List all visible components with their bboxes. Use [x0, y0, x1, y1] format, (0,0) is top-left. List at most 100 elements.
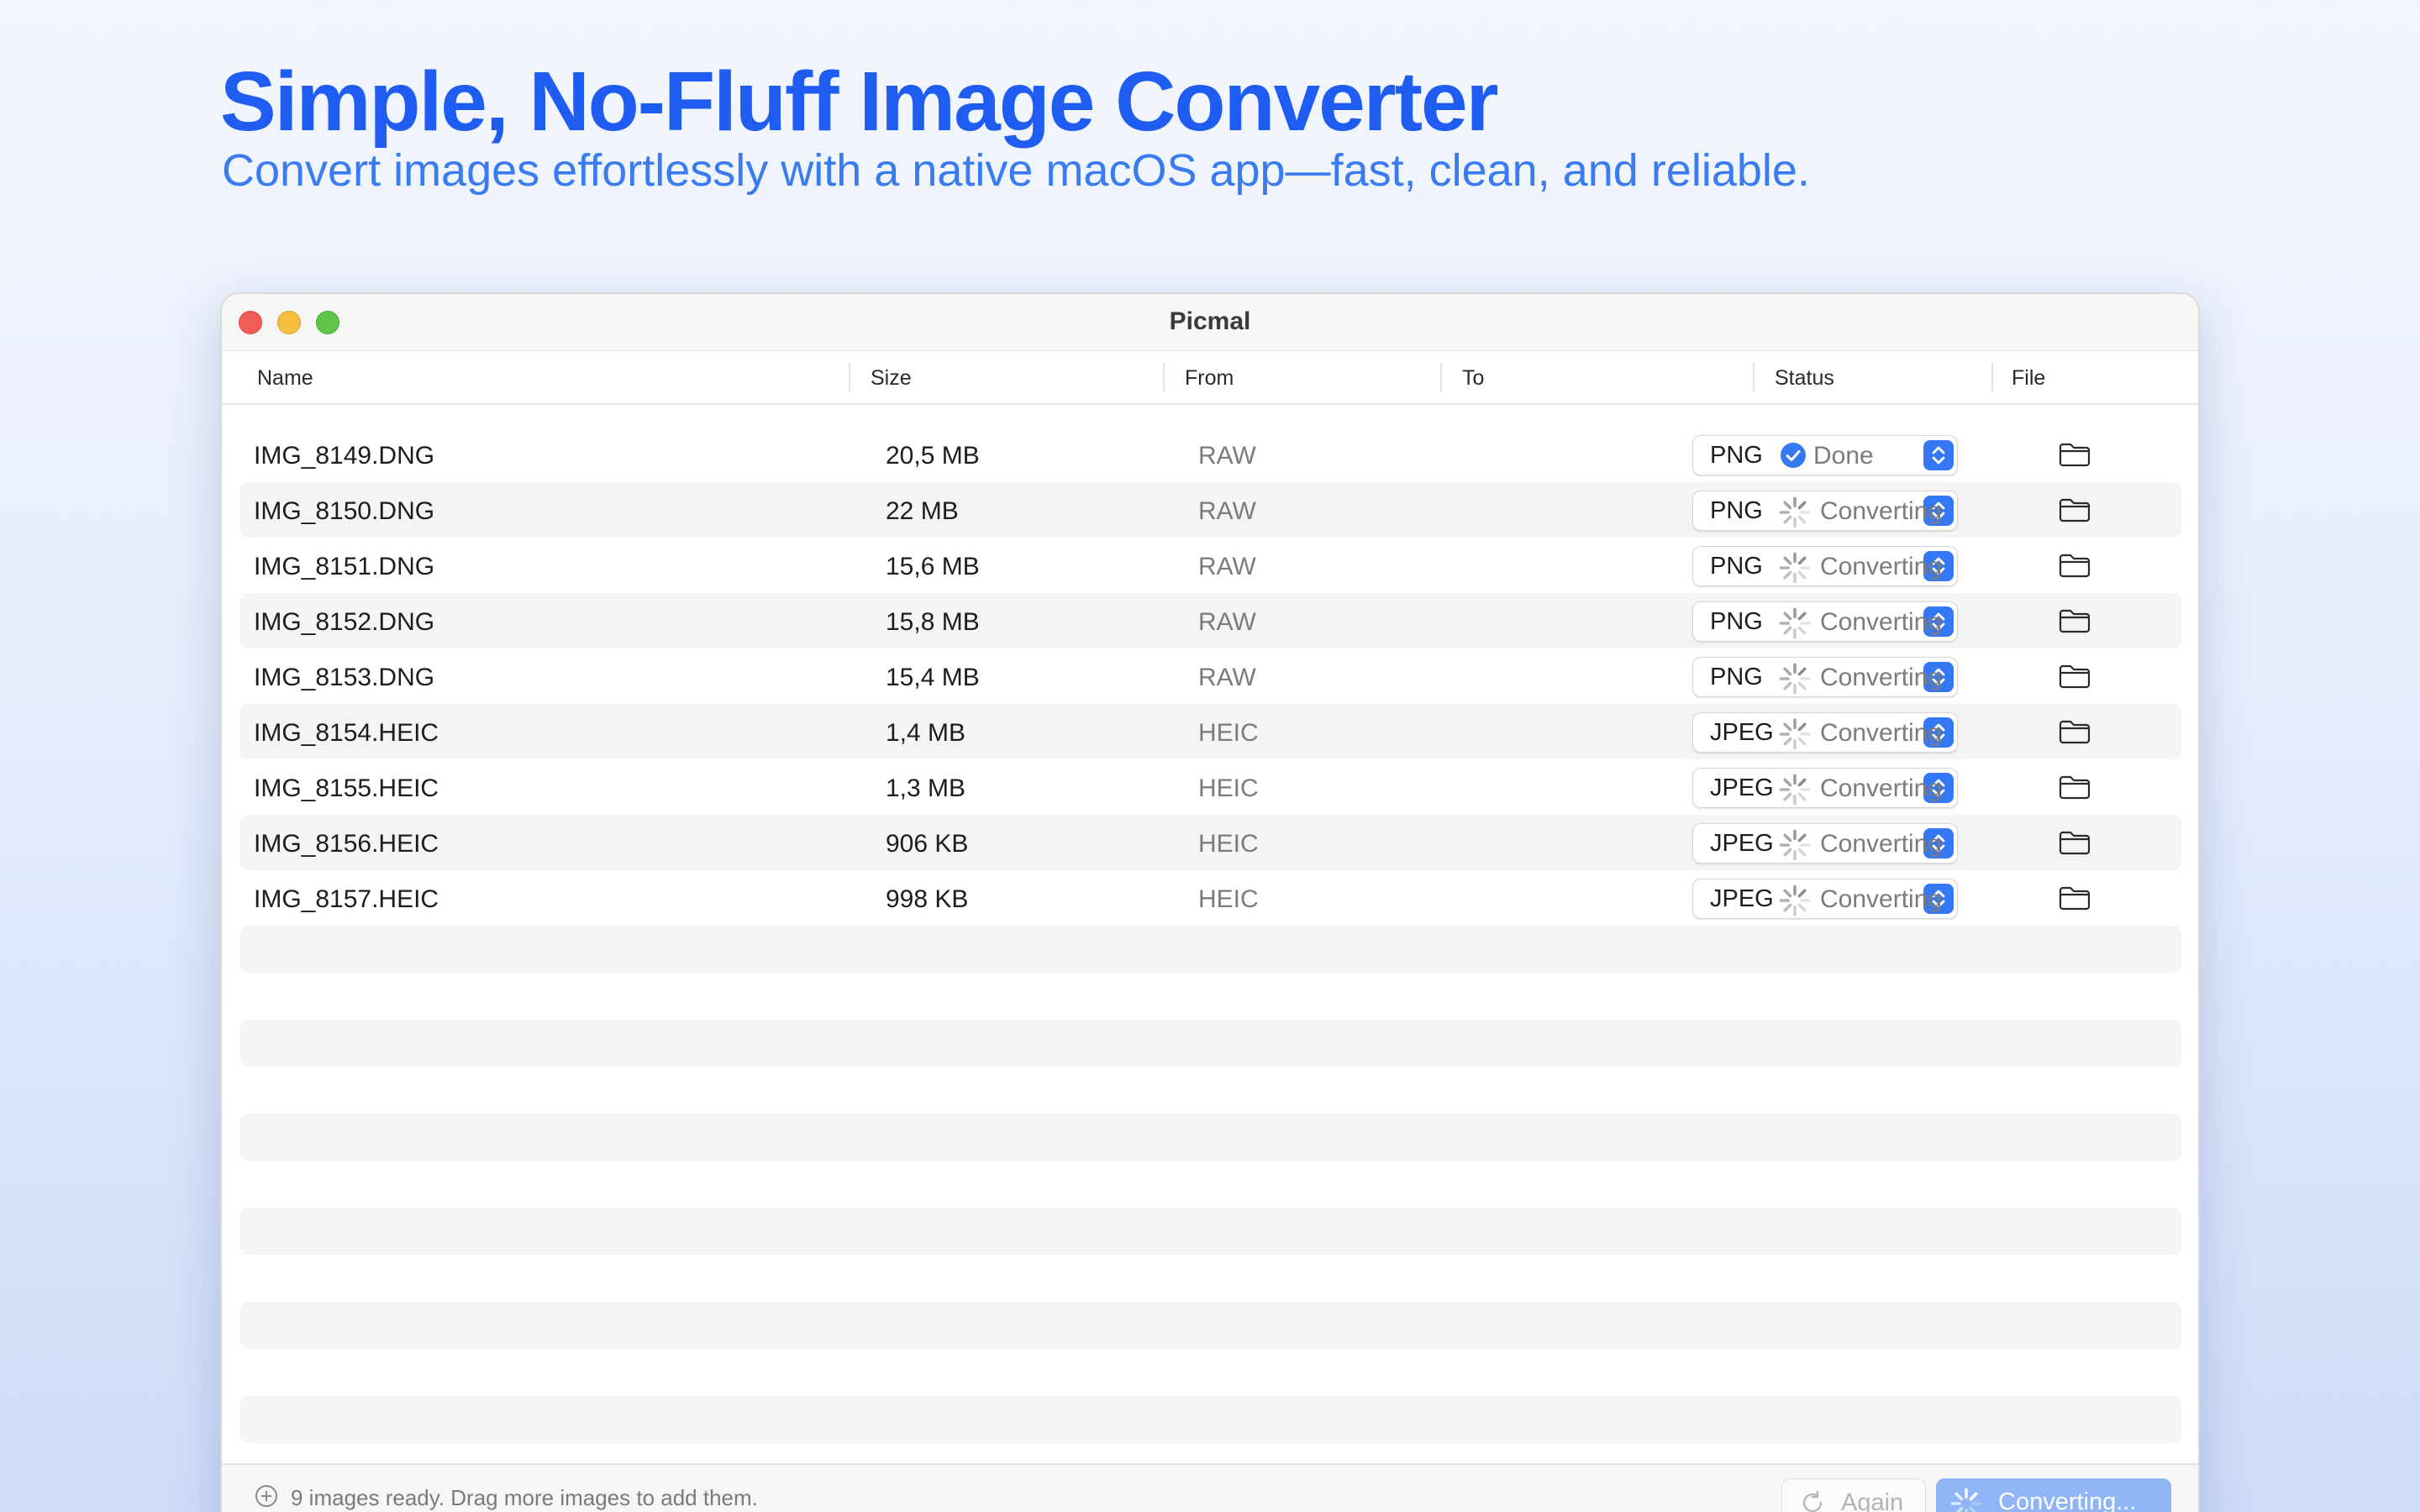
- file-size: 15,6 MB: [886, 553, 980, 580]
- target-format-value: JPEG: [1710, 719, 1774, 746]
- spinner-icon: [1778, 828, 1811, 861]
- window-title: Picmal: [1169, 307, 1251, 335]
- file-size: 1,3 MB: [886, 774, 966, 802]
- table-row[interactable]: IMG_8154.HEIC 1,4 MB HEIC JPEG Converting: [240, 704, 2181, 759]
- file-name: IMG_8156.HEIC: [254, 830, 439, 858]
- conversion-status: Done: [1813, 442, 1874, 470]
- source-format: RAW: [1198, 608, 1256, 636]
- column-header-from[interactable]: From: [1185, 366, 1234, 391]
- target-format-value: JPEG: [1710, 774, 1774, 801]
- file-size: 15,4 MB: [886, 664, 980, 691]
- conversion-status: Converting: [1820, 774, 1943, 802]
- target-format-value: PNG: [1710, 608, 1763, 635]
- column-separator[interactable]: [1163, 363, 1165, 391]
- table-row[interactable]: IMG_8149.DNG 20,5 MB RAW PNG Done: [240, 427, 2181, 482]
- file-size: 22 MB: [886, 497, 959, 525]
- source-format: HEIC: [1198, 719, 1259, 747]
- hero-subtitle: Convert images effortlessly with a nativ…: [222, 145, 1810, 196]
- spinner-icon: [1778, 496, 1811, 528]
- table-row[interactable]: IMG_8150.DNG 22 MB RAW PNG Converting: [240, 482, 2181, 538]
- empty-row: [240, 1020, 2181, 1067]
- folder-icon[interactable]: [2059, 830, 2091, 862]
- folder-icon[interactable]: [2059, 774, 2091, 806]
- table-row[interactable]: IMG_8156.HEIC 906 KB HEIC JPEG Converting: [240, 815, 2181, 870]
- again-button-label: Again: [1841, 1489, 1904, 1512]
- folder-icon[interactable]: [2059, 664, 2091, 696]
- empty-row: [240, 1396, 2181, 1443]
- add-circle-icon[interactable]: [254, 1483, 279, 1512]
- folder-icon[interactable]: [2059, 497, 2091, 529]
- target-format-value: PNG: [1710, 497, 1763, 524]
- conversion-status: Converting: [1820, 664, 1943, 691]
- target-format-value: JPEG: [1710, 885, 1774, 912]
- column-separator[interactable]: [1440, 363, 1442, 391]
- column-separator[interactable]: [849, 363, 850, 391]
- source-format: RAW: [1198, 553, 1256, 580]
- spinner-icon: [1778, 884, 1811, 916]
- table-row[interactable]: IMG_8151.DNG 15,6 MB RAW PNG Converting: [240, 538, 2181, 593]
- file-size: 1,4 MB: [886, 719, 966, 747]
- convert-button-label: Converting...: [1998, 1488, 2137, 1512]
- spinner-icon: [1778, 717, 1811, 750]
- file-name: IMG_8151.DNG: [254, 553, 435, 580]
- empty-row: [240, 1114, 2181, 1161]
- folder-icon[interactable]: [2059, 719, 2091, 751]
- file-name: IMG_8150.DNG: [254, 497, 435, 525]
- column-header-size[interactable]: Size: [871, 366, 912, 391]
- refresh-icon: [1799, 1489, 1826, 1512]
- table-header: Name Size From To Status File: [222, 351, 2198, 405]
- conversion-status: Converting: [1820, 885, 1943, 913]
- check-circle-icon: [1778, 440, 1808, 470]
- column-header-status[interactable]: Status: [1775, 366, 1834, 391]
- column-header-to[interactable]: To: [1462, 366, 1484, 391]
- file-name: IMG_8152.DNG: [254, 608, 435, 636]
- column-separator[interactable]: [1991, 363, 1993, 391]
- hero-title: Simple, No-Fluff Image Converter: [220, 55, 1499, 149]
- file-name: IMG_8149.DNG: [254, 442, 435, 470]
- source-format: HEIC: [1198, 885, 1259, 913]
- table-row[interactable]: IMG_8157.HEIC 998 KB HEIC JPEG Converting: [240, 870, 2181, 926]
- empty-row: [240, 1208, 2181, 1255]
- spinner-icon: [1778, 551, 1811, 584]
- file-name: IMG_8155.HEIC: [254, 774, 439, 802]
- file-name: IMG_8153.DNG: [254, 664, 435, 691]
- chevron-up-down-icon[interactable]: [1923, 440, 1954, 470]
- source-format: HEIC: [1198, 774, 1259, 802]
- convert-button[interactable]: Converting...: [1936, 1478, 2171, 1512]
- conversion-status: Converting: [1820, 608, 1943, 636]
- table-row[interactable]: IMG_8152.DNG 15,8 MB RAW PNG Converting: [240, 593, 2181, 648]
- source-format: RAW: [1198, 497, 1256, 525]
- column-header-name[interactable]: Name: [257, 366, 313, 391]
- folder-icon[interactable]: [2059, 553, 2091, 585]
- target-format-value: PNG: [1710, 664, 1763, 690]
- spinner-icon: [1949, 1487, 1983, 1512]
- file-size: 998 KB: [886, 885, 969, 913]
- app-window: Picmal Name Size From To Status File IMG…: [220, 292, 2200, 1512]
- bottom-bar: 9 images ready. Drag more images to add …: [222, 1463, 2198, 1512]
- target-format-value: JPEG: [1710, 830, 1774, 857]
- again-button[interactable]: Again: [1781, 1478, 1926, 1512]
- conversion-status: Converting: [1820, 497, 1943, 525]
- source-format: HEIC: [1198, 830, 1259, 858]
- spinner-icon: [1778, 773, 1811, 806]
- conversion-status: Converting: [1820, 830, 1943, 858]
- table-row[interactable]: IMG_8153.DNG 15,4 MB RAW PNG Converting: [240, 648, 2181, 704]
- conversion-status: Converting: [1820, 719, 1943, 747]
- target-format-value: PNG: [1710, 442, 1763, 469]
- spinner-icon: [1778, 606, 1811, 639]
- folder-icon[interactable]: [2059, 885, 2091, 917]
- conversion-status: Converting: [1820, 553, 1943, 580]
- column-separator[interactable]: [1753, 363, 1754, 391]
- folder-icon[interactable]: [2059, 608, 2091, 640]
- status-message: 9 images ready. Drag more images to add …: [291, 1485, 758, 1510]
- file-list: IMG_8149.DNG 20,5 MB RAW PNG Done IMG_8150.DN…: [240, 427, 2181, 1490]
- spinner-icon: [1778, 662, 1811, 695]
- file-size: 906 KB: [886, 830, 969, 858]
- column-header-file[interactable]: File: [2012, 366, 2045, 391]
- file-name: IMG_8154.HEIC: [254, 719, 439, 747]
- empty-row: [240, 1302, 2181, 1349]
- title-bar[interactable]: Picmal: [222, 294, 2198, 351]
- file-name: IMG_8157.HEIC: [254, 885, 439, 913]
- table-row[interactable]: IMG_8155.HEIC 1,3 MB HEIC JPEG Converting: [240, 759, 2181, 815]
- folder-icon[interactable]: [2059, 442, 2091, 474]
